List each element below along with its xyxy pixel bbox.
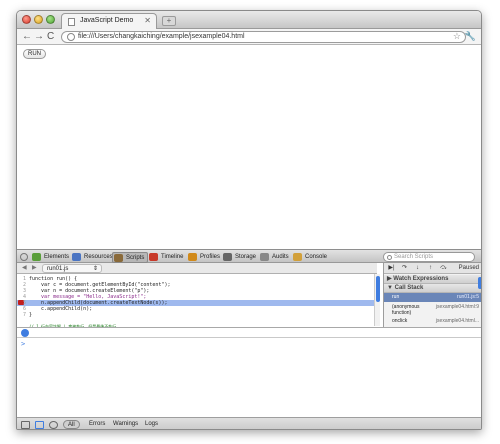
tab-label: Storage (235, 254, 257, 260)
clear-console-icon[interactable] (49, 421, 58, 429)
call-stack-header[interactable]: ▼ Call Stack (384, 284, 481, 293)
dock-icon[interactable] (20, 253, 28, 261)
call-stack-frame[interactable]: onclick jsexample04.html... (384, 317, 481, 326)
filter-warnings-button[interactable]: Warnings (113, 421, 138, 427)
devtools-statusbar: All Errors Warnings Logs (17, 417, 481, 429)
script-navigator: ◀ ▶ run01.js ⇕ (17, 263, 377, 274)
tab-audits[interactable]: Audits (259, 252, 292, 263)
chevron-down-icon: ⇕ (92, 266, 98, 272)
devtools-toolbar: Elements Resources Scripts Timeline Prof… (17, 249, 481, 263)
address-bar[interactable]: file:///Users/changkaiching/example/jsex… (61, 31, 466, 43)
step-out-icon[interactable]: ↑ (425, 264, 436, 273)
dock-to-window-icon[interactable] (21, 421, 30, 429)
tab-profiles[interactable]: Profiles (187, 252, 223, 263)
tab-label: Resources (84, 254, 113, 260)
file-select-value: run01.js (47, 266, 69, 272)
tab-label: Scripts (126, 255, 145, 261)
call-stack-frame[interactable]: run run01.js:5 (384, 293, 481, 302)
tab-javascript-demo[interactable]: JavaScript Demo ✕ (61, 13, 157, 29)
close-window-button[interactable] (22, 15, 31, 24)
tab-timeline[interactable]: Timeline (148, 252, 186, 263)
tab-close-icon[interactable]: ✕ (144, 16, 151, 25)
resources-icon (72, 253, 81, 261)
run-button[interactable]: RUN (23, 49, 46, 59)
scripts-icon (114, 254, 123, 262)
storage-icon (223, 253, 232, 261)
frame-location: jsexample04.html:9 (435, 304, 479, 310)
filter-all-button[interactable]: All (63, 420, 80, 429)
console-toggle-icon[interactable] (35, 421, 44, 429)
line-number: 7 (22, 312, 26, 318)
browser-window: JavaScript Demo ✕ + ← → C file:///Users/… (16, 10, 482, 430)
forward-icon[interactable]: → (34, 31, 44, 42)
console-prompt[interactable]: > (21, 340, 25, 348)
frame-function: onclick (392, 318, 408, 324)
timeline-icon (149, 253, 158, 261)
search-icon (387, 255, 392, 260)
tab-console[interactable]: Console (292, 252, 330, 263)
code-scrollbar[interactable] (374, 274, 380, 326)
page-icon (68, 18, 75, 26)
tab-label: Console (305, 254, 328, 260)
source-code-view[interactable]: 1 function run() { 2 var c = document.ge… (17, 274, 377, 326)
tab-scripts[interactable]: Scripts (112, 252, 149, 263)
debugger-controls: ▶| ↷ ↓ ↑ ⤼ Paused (384, 263, 481, 274)
tab-bar: JavaScript Demo ✕ + (17, 11, 481, 29)
profiles-icon (188, 253, 197, 261)
watch-expressions-header[interactable]: ▶ Watch Expressions (384, 275, 481, 284)
resume-icon[interactable]: ▶| (386, 264, 397, 273)
filter-logs-button[interactable]: Logs (145, 421, 158, 427)
frame-location: jsexample04.html... (435, 318, 479, 324)
console-icon (21, 329, 29, 337)
tab-label: Audits (272, 254, 289, 260)
page-content: RUN (17, 46, 481, 249)
address-text: file:///Users/changkaiching/example/jsex… (78, 33, 245, 40)
frame-function: (anonymous function) (392, 304, 420, 316)
code-text: } (29, 312, 33, 318)
back-icon[interactable]: ← (22, 31, 32, 42)
wrench-icon[interactable]: 🔧 (465, 31, 476, 42)
minimize-window-button[interactable] (34, 15, 43, 24)
bookmark-star-icon[interactable]: ☆ (453, 31, 461, 42)
search-placeholder: Search Scripts (394, 254, 434, 260)
elements-icon (32, 253, 41, 261)
scrollbar-thumb[interactable] (376, 276, 380, 302)
console-drawer[interactable]: > (17, 327, 481, 417)
new-tab-button[interactable]: + (162, 16, 176, 26)
scrollbar-thumb[interactable] (478, 277, 481, 289)
reload-icon[interactable]: C (47, 31, 54, 42)
zoom-window-button[interactable] (46, 15, 55, 24)
audits-icon (260, 253, 269, 261)
tab-storage[interactable]: Storage (222, 252, 259, 263)
code-line: 7 } (17, 312, 377, 318)
script-file-select[interactable]: run01.js ⇕ (42, 264, 102, 273)
frame-function: run (392, 294, 400, 300)
console-header (17, 328, 481, 338)
paused-status: Paused (458, 265, 479, 271)
console-icon (293, 253, 302, 261)
tab-label: Profiles (200, 254, 221, 260)
deactivate-breakpoints-icon[interactable]: ⤼ (438, 264, 449, 273)
tab-label: Timeline (161, 254, 184, 260)
frame-location: run01.js:5 (457, 294, 479, 300)
tab-elements[interactable]: Elements (31, 252, 72, 263)
filter-errors-button[interactable]: Errors (89, 421, 105, 427)
globe-icon (67, 33, 75, 41)
nav-back-icon[interactable]: ◀ (22, 264, 27, 271)
nav-forward-icon[interactable]: ▶ (32, 264, 37, 271)
debugger-sidebar: ▶| ↷ ↓ ↑ ⤼ Paused ▶ Watch Expressions ▼ … (383, 263, 481, 327)
step-into-icon[interactable]: ↓ (412, 264, 423, 273)
tab-label: Elements (44, 254, 70, 260)
step-over-icon[interactable]: ↷ (399, 264, 410, 273)
search-scripts-input[interactable]: Search Scripts (383, 252, 475, 262)
browser-toolbar: ← → C file:///Users/changkaiching/exampl… (17, 29, 481, 45)
call-stack-frame[interactable]: (anonymous function) jsexample04.html:9 (384, 302, 481, 316)
sidebar-scrollbar[interactable] (478, 275, 481, 325)
tab-resources[interactable]: Resources (71, 252, 116, 263)
tab-title: JavaScript Demo (80, 17, 134, 24)
